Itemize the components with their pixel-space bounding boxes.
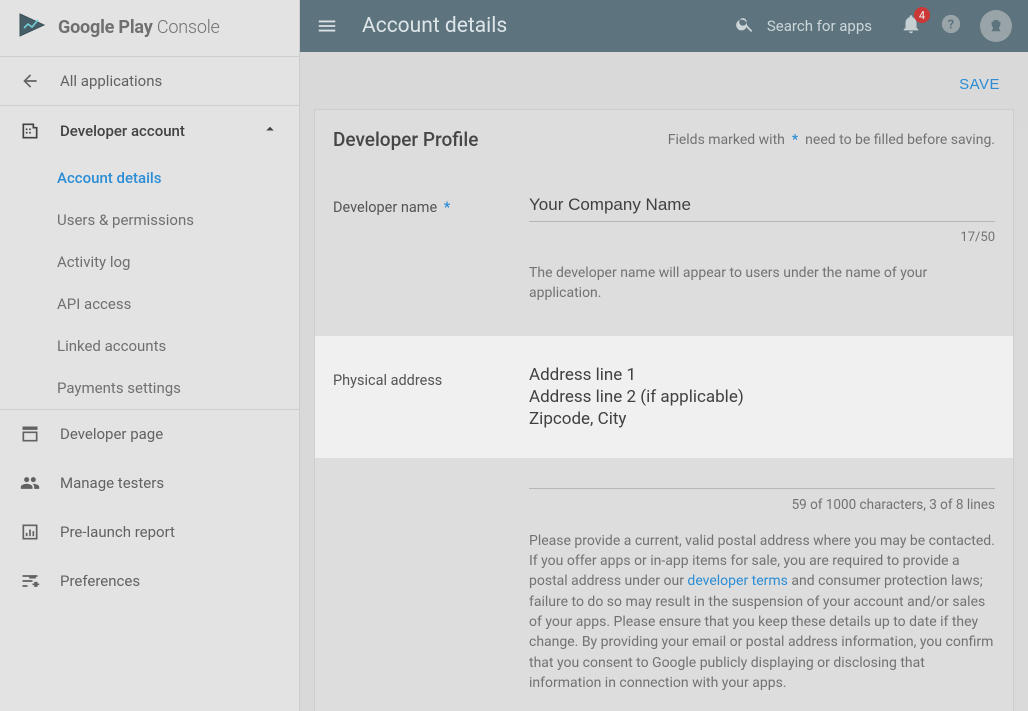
- nav-label: Pre-launch report: [60, 523, 175, 541]
- report-icon: [20, 522, 40, 542]
- nav-label: Preferences: [60, 572, 140, 590]
- nav-sub-activity-log[interactable]: Activity log: [0, 241, 299, 283]
- header-bar: Account details Search for apps 4 ?: [300, 0, 1028, 52]
- notifications-button[interactable]: 4: [900, 13, 922, 39]
- developer-terms-link[interactable]: developer terms: [687, 573, 788, 589]
- nav-sub-payments-settings[interactable]: Payments settings: [0, 367, 299, 409]
- nav-label: All applications: [60, 72, 162, 90]
- field-helper-text: The developer name will appear to users …: [529, 263, 995, 304]
- char-line-counter: 59 of 1000 characters, 3 of 8 lines: [529, 497, 995, 513]
- physical-address-field: Physical address Address line 1 Address …: [315, 336, 1013, 458]
- nav-manage-testers[interactable]: Manage testers: [0, 459, 299, 508]
- building-icon: [20, 121, 40, 141]
- nav-all-applications[interactable]: All applications: [0, 57, 299, 106]
- card-title: Developer Profile: [333, 128, 478, 151]
- developer-name-input[interactable]: [529, 189, 995, 222]
- nav-prelaunch-report[interactable]: Pre-launch report: [0, 508, 299, 557]
- sidebar: Google Play Console All applications Dev…: [0, 0, 300, 711]
- help-button[interactable]: ?: [940, 13, 962, 39]
- save-button[interactable]: SAVE: [959, 76, 1000, 93]
- developer-name-field: Developer name * 17/50 The developer nam…: [333, 189, 995, 304]
- nav-preferences[interactable]: Preferences: [0, 557, 299, 606]
- nav-label: Manage testers: [60, 474, 164, 492]
- people-icon: [20, 473, 40, 493]
- search-icon: [735, 14, 755, 38]
- nav-sub-api-access[interactable]: API access: [0, 283, 299, 325]
- physical-address-input[interactable]: Address line 1 Address line 2 (if applic…: [529, 364, 995, 430]
- nav-sub-account-details[interactable]: Account details: [0, 157, 299, 199]
- nav-label: Developer page: [60, 425, 163, 443]
- brand-text: Google Play Console: [58, 17, 220, 38]
- menu-button[interactable]: [316, 15, 338, 37]
- search-input[interactable]: Search for apps: [735, 14, 872, 38]
- search-placeholder: Search for apps: [767, 17, 872, 35]
- nav-developer-page[interactable]: Developer page: [0, 409, 299, 459]
- asterisk-icon: *: [444, 199, 451, 216]
- play-logo-icon: [18, 12, 48, 42]
- field-label: Developer name: [333, 199, 437, 216]
- char-counter: 17/50: [529, 230, 995, 245]
- developer-profile-card: Developer Profile Fields marked with * n…: [314, 109, 1014, 711]
- page-icon: [20, 424, 40, 444]
- field-label: Physical address: [333, 364, 529, 430]
- required-fields-note: Fields marked with * need to be filled b…: [668, 132, 995, 148]
- tune-icon: [20, 571, 40, 591]
- nav-sub-linked-accounts[interactable]: Linked accounts: [0, 325, 299, 367]
- chevron-up-icon: [261, 120, 279, 142]
- nav-sub-users-permissions[interactable]: Users & permissions: [0, 199, 299, 241]
- svg-text:?: ?: [948, 18, 954, 33]
- account-avatar[interactable]: [980, 10, 1012, 42]
- page-title: Account details: [362, 14, 507, 38]
- asterisk-icon: *: [792, 132, 798, 148]
- field-helper-text: Please provide a current, valid postal a…: [529, 531, 995, 693]
- nav-label: Developer account: [60, 122, 185, 140]
- arrow-back-icon: [20, 71, 40, 91]
- notification-badge: 4: [914, 7, 930, 23]
- brand: Google Play Console: [0, 0, 299, 57]
- nav-developer-account[interactable]: Developer account: [0, 106, 299, 157]
- main-content: SAVE Developer Profile Fields marked wit…: [300, 52, 1028, 711]
